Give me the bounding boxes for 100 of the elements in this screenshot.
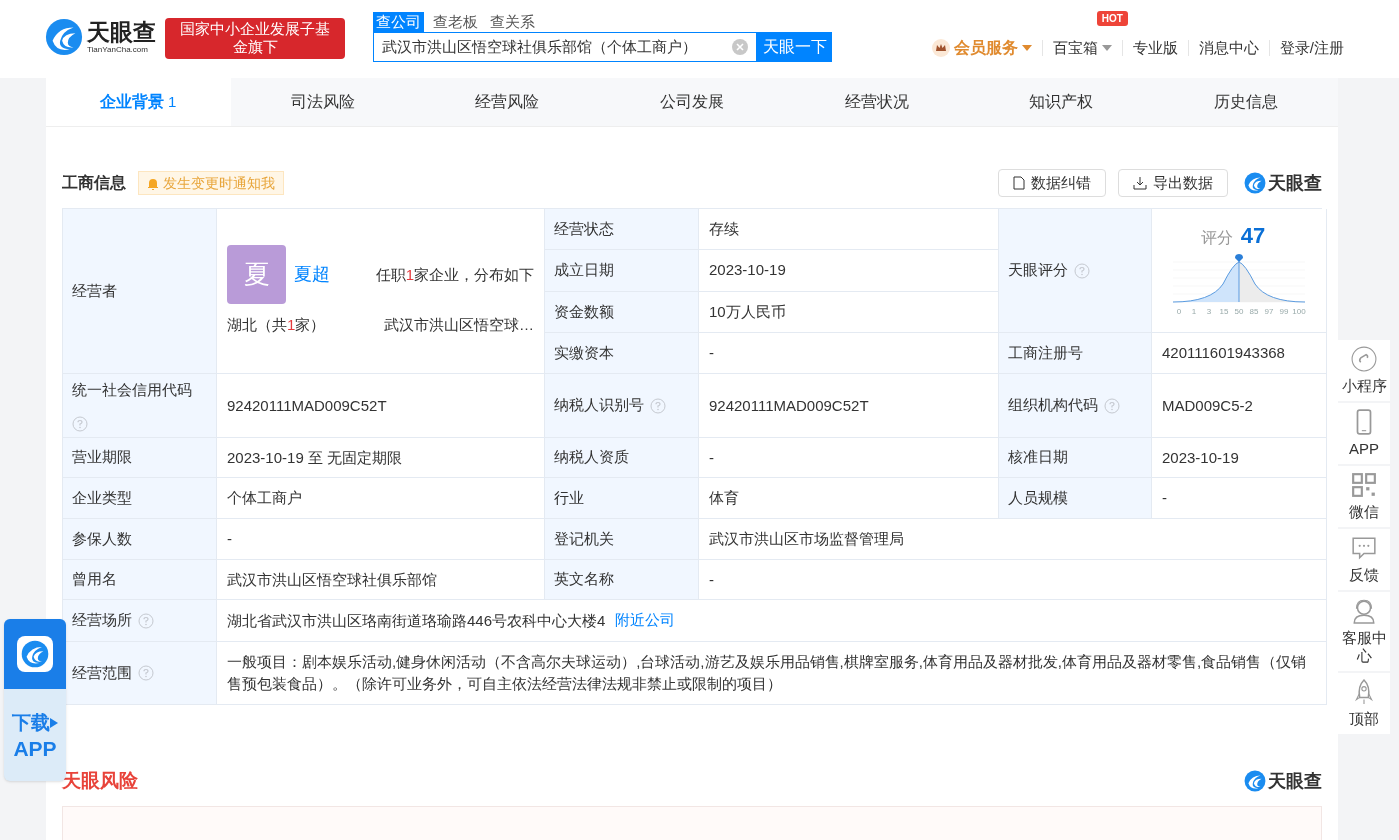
section-tab[interactable]: 经营状况 xyxy=(784,78,969,126)
clear-icon[interactable] xyxy=(732,39,748,55)
tick-label: 99 xyxy=(1279,307,1289,316)
side-tool[interactable]: 顶部 xyxy=(1338,673,1390,734)
field-label: 实缴资本 xyxy=(545,333,699,374)
roles-text: 任职1家企业，分布如下 xyxy=(375,264,534,285)
action-button[interactable]: 数据纠错 xyxy=(998,169,1106,197)
tick-label: 0 xyxy=(1176,307,1182,316)
search-field[interactable]: 武汉市洪山区悟空球社俱乐部馆（个体工商户） xyxy=(373,32,757,62)
field-value: - xyxy=(709,569,714,590)
company-link[interactable]: 武汉市洪山区悟空球… xyxy=(384,314,534,337)
field-value: 个体工商户 xyxy=(227,488,302,508)
search-tab[interactable]: 查老板 xyxy=(430,12,481,32)
logo-icon xyxy=(21,640,49,668)
tick-label: 100 xyxy=(1292,307,1306,316)
nav-link[interactable]: 专业版 xyxy=(1132,36,1178,60)
field-value: 92420111MAD009C52T xyxy=(227,395,387,416)
field-label: 企业类型 xyxy=(63,478,217,519)
field-value: - xyxy=(227,529,232,549)
field-value: 武汉市洪山区市场监督管理局 xyxy=(709,529,904,549)
side-tool[interactable]: 客服中心 xyxy=(1338,592,1390,671)
help-icon[interactable] xyxy=(72,416,88,433)
logo-icon xyxy=(1244,172,1266,194)
crown-icon xyxy=(931,39,950,57)
section-tab[interactable]: 司法风险 xyxy=(230,78,416,126)
field-value: 存续 xyxy=(699,209,999,250)
section-tab[interactable]: 公司发展 xyxy=(599,78,785,126)
search-tab[interactable]: 查公司 xyxy=(373,12,424,32)
brand-logo-text: 天眼查 xyxy=(1268,171,1322,195)
search-tab[interactable]: 查关系 xyxy=(487,12,538,32)
help-icon[interactable] xyxy=(138,612,154,629)
field-label: 纳税人资质 xyxy=(545,438,699,478)
field-label: 曾用名 xyxy=(63,560,217,600)
field-label: 参保人数 xyxy=(63,519,217,560)
tick-label: 1 xyxy=(1191,307,1197,316)
action-button[interactable]: 导出数据 xyxy=(1118,169,1228,197)
tick-label: 3 xyxy=(1206,307,1212,316)
tick-label: 15 xyxy=(1219,307,1229,316)
help-icon[interactable] xyxy=(138,665,154,681)
section-tab[interactable]: 企业背景 1 xyxy=(46,78,231,126)
brand-logo-text: 天眼查 xyxy=(1268,769,1322,793)
region-text: 湖北（共1家） xyxy=(227,315,326,336)
side-tool[interactable]: 反馈 xyxy=(1338,529,1390,590)
field-label: 营业期限 xyxy=(63,438,217,478)
chat-icon xyxy=(1351,535,1377,561)
logo-text: 天眼查 xyxy=(87,19,156,45)
field-label: 经营范围 xyxy=(63,642,217,705)
help-icon[interactable] xyxy=(650,397,666,414)
person-link[interactable]: 夏超 xyxy=(294,261,330,289)
mini-program-icon xyxy=(1351,346,1377,372)
field-label: 英文名称 xyxy=(545,560,699,600)
field-label: 资金数额 xyxy=(545,292,699,333)
score-label: 评分 xyxy=(1200,228,1233,248)
play-icon xyxy=(50,718,58,729)
field-value: 2023-10-19 xyxy=(1162,447,1239,468)
section-tab[interactable]: 知识产权 xyxy=(968,78,1154,126)
field-value: 一般项目：剧本娱乐活动,健身休闲活动（不含高尔夫球运动）,台球活动,游艺及娱乐用品销售,棋牌室服务,体育用品及器材批发,体育用品及器材零售,食品销售（仅销售预包装食品）。（除许可业务外，可自主依法经营法律法规非禁止或限制的项目） xyxy=(227,652,1308,694)
field-label: 纳税人识别号 xyxy=(545,374,699,438)
field-value: 2023-10-19 xyxy=(699,250,999,292)
logo-icon xyxy=(1244,770,1266,793)
help-icon[interactable] xyxy=(1104,397,1120,414)
bell-icon xyxy=(147,176,159,190)
section-tab[interactable]: 经营风险 xyxy=(415,78,600,126)
hot-badge: HOT xyxy=(1096,10,1128,26)
side-tool[interactable]: 微信 xyxy=(1338,466,1390,527)
field-value: 10万人民币 xyxy=(699,292,999,333)
score-value: 47 xyxy=(1240,222,1266,250)
field-value: - xyxy=(699,333,999,374)
search-button[interactable]: 天眼一下 xyxy=(757,32,832,62)
nearby-link[interactable]: 附近公司 xyxy=(615,609,676,632)
nav-link[interactable]: 消息中心 xyxy=(1198,36,1259,60)
tick-label: 50 xyxy=(1234,307,1244,316)
side-tool[interactable]: APP xyxy=(1338,403,1390,464)
field-value: 湖北省武汉市洪山区珞南街道珞瑜路446号农科中心大楼4 xyxy=(227,610,606,631)
promo-badge[interactable]: 国家中小企业发展子基金旗下 xyxy=(165,18,345,59)
document-icon xyxy=(1013,176,1025,190)
field-label: 统一社会信用代码 xyxy=(63,374,217,438)
caret-icon xyxy=(1101,45,1112,51)
section-title: 工商信息 xyxy=(62,173,126,193)
tick-label: 85 xyxy=(1249,307,1259,316)
field-label: 经营者 xyxy=(63,209,217,374)
field-label: 经营状态 xyxy=(545,209,699,250)
field-value: 体育 xyxy=(709,488,739,508)
logo-subtext: TianYanCha.com xyxy=(87,45,149,55)
field-value: - xyxy=(1162,488,1167,508)
download-label: 下载 xyxy=(12,711,50,735)
avatar: 夏 xyxy=(227,245,286,305)
field-value: - xyxy=(709,447,714,468)
side-tool[interactable]: 小程序 xyxy=(1338,340,1390,401)
nav-link[interactable]: 登录/注册 xyxy=(1279,36,1344,60)
section-tab[interactable]: 历史信息 xyxy=(1153,78,1338,126)
field-value: 武汉市洪山区悟空球社俱乐部馆 xyxy=(227,569,437,590)
field-label: 工商注册号 xyxy=(999,333,1152,374)
caret-icon xyxy=(1021,45,1032,51)
field-label: 成立日期 xyxy=(545,250,699,292)
field-value: 420111601943368 xyxy=(1152,333,1327,374)
logo-icon xyxy=(45,18,83,56)
field-label: 经营场所 xyxy=(63,600,217,642)
download-app-label: APP xyxy=(13,737,57,760)
help-icon[interactable] xyxy=(1074,262,1090,279)
